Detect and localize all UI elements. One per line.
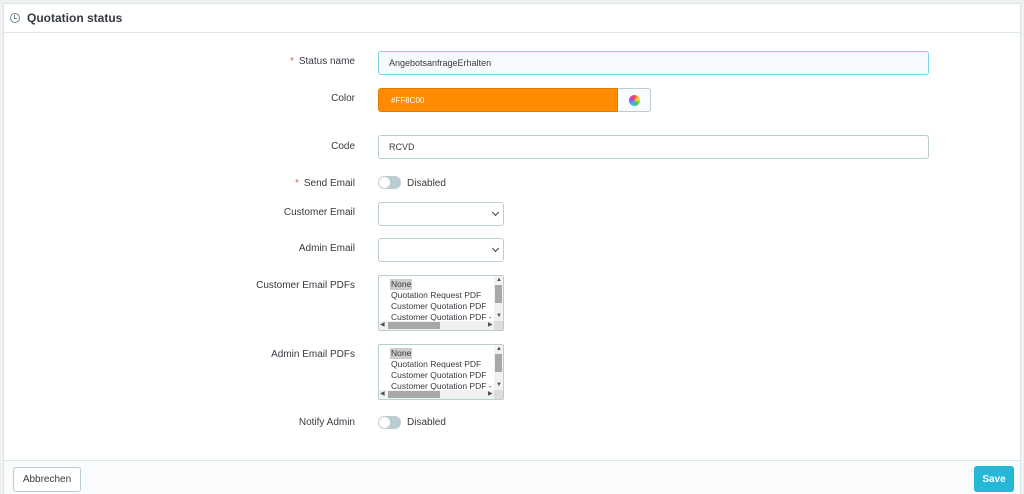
scroll-down-icon[interactable]: ▼ [496, 313, 502, 320]
scroll-right-icon[interactable]: ▶ [488, 322, 493, 329]
scroll-left-icon[interactable]: ◀ [380, 322, 385, 329]
horizontal-scrollbar[interactable]: ◀ ▶ [379, 390, 496, 399]
color-picker-button[interactable] [618, 88, 651, 112]
scroll-corner [494, 321, 503, 330]
horizontal-scrollbar[interactable]: ◀ ▶ [379, 321, 496, 330]
admin-email-label: Admin Email [298, 243, 355, 254]
status-name-input[interactable]: AngebotsanfrageErhalten [378, 51, 929, 75]
send-email-state: Disabled [407, 178, 446, 189]
list-option[interactable]: None [379, 279, 492, 290]
customer-email-pdfs-label: Customer Email PDFs [256, 280, 355, 291]
code-label: Code [331, 141, 355, 152]
cancel-button[interactable]: Abbrechen [13, 467, 81, 492]
vertical-scrollbar[interactable]: ▲ ▼ [494, 345, 503, 390]
chevron-down-icon [491, 208, 500, 217]
quotation-status-panel: Quotation status * Status name Angebotsan… [3, 3, 1021, 494]
code-input[interactable]: RCVD [378, 135, 929, 159]
list-option[interactable]: Quotation Request PDF [379, 290, 492, 301]
panel-heading: Quotation status [4, 4, 1020, 33]
notify-admin-toggle[interactable] [378, 416, 401, 429]
customer-email-pdfs-list[interactable]: None Quotation Request PDF Customer Quot… [378, 275, 504, 331]
vertical-scrollbar[interactable]: ▲ ▼ [494, 276, 503, 321]
scroll-up-icon[interactable]: ▲ [496, 277, 502, 284]
panel-title: Quotation status [27, 11, 123, 25]
admin-email-pdfs-label: Admin Email PDFs [271, 349, 355, 360]
required-marker: * [294, 178, 299, 189]
panel-footer: Abbrechen Save [4, 460, 1020, 494]
scroll-left-icon[interactable]: ◀ [380, 391, 385, 398]
save-button[interactable]: Save [974, 466, 1014, 492]
chevron-down-icon [491, 244, 500, 253]
status-name-label: * Status name [289, 56, 355, 67]
list-option[interactable]: Quotation Request PDF [379, 359, 492, 370]
customer-email-select[interactable] [378, 202, 504, 226]
admin-email-select[interactable] [378, 238, 504, 262]
color-wheel-icon [628, 94, 640, 106]
scroll-down-icon[interactable]: ▼ [496, 382, 502, 389]
customer-email-label: Customer Email [283, 207, 355, 218]
admin-email-pdfs-list[interactable]: None Quotation Request PDF Customer Quot… [378, 344, 504, 400]
color-input[interactable]: #FF8C00 [378, 88, 618, 112]
scrollbar-thumb[interactable] [495, 354, 502, 372]
notify-admin-state: Disabled [407, 417, 446, 428]
send-email-toggle[interactable] [378, 176, 401, 189]
scrollbar-thumb[interactable] [495, 285, 502, 303]
scroll-corner [494, 390, 503, 399]
list-option[interactable]: Customer Quotation PDF [379, 370, 492, 381]
scrollbar-thumb[interactable] [388, 322, 440, 329]
scroll-up-icon[interactable]: ▲ [496, 346, 502, 353]
send-email-label: * Send Email [294, 178, 355, 189]
notify-admin-label: Notify Admin [298, 417, 355, 428]
scroll-right-icon[interactable]: ▶ [488, 391, 493, 398]
required-marker: * [289, 56, 294, 67]
color-label: Color [331, 93, 355, 104]
list-option[interactable]: Customer Quotation PDF [379, 301, 492, 312]
list-option[interactable]: None [379, 348, 492, 359]
clock-icon [10, 13, 20, 23]
scrollbar-thumb[interactable] [388, 391, 440, 398]
